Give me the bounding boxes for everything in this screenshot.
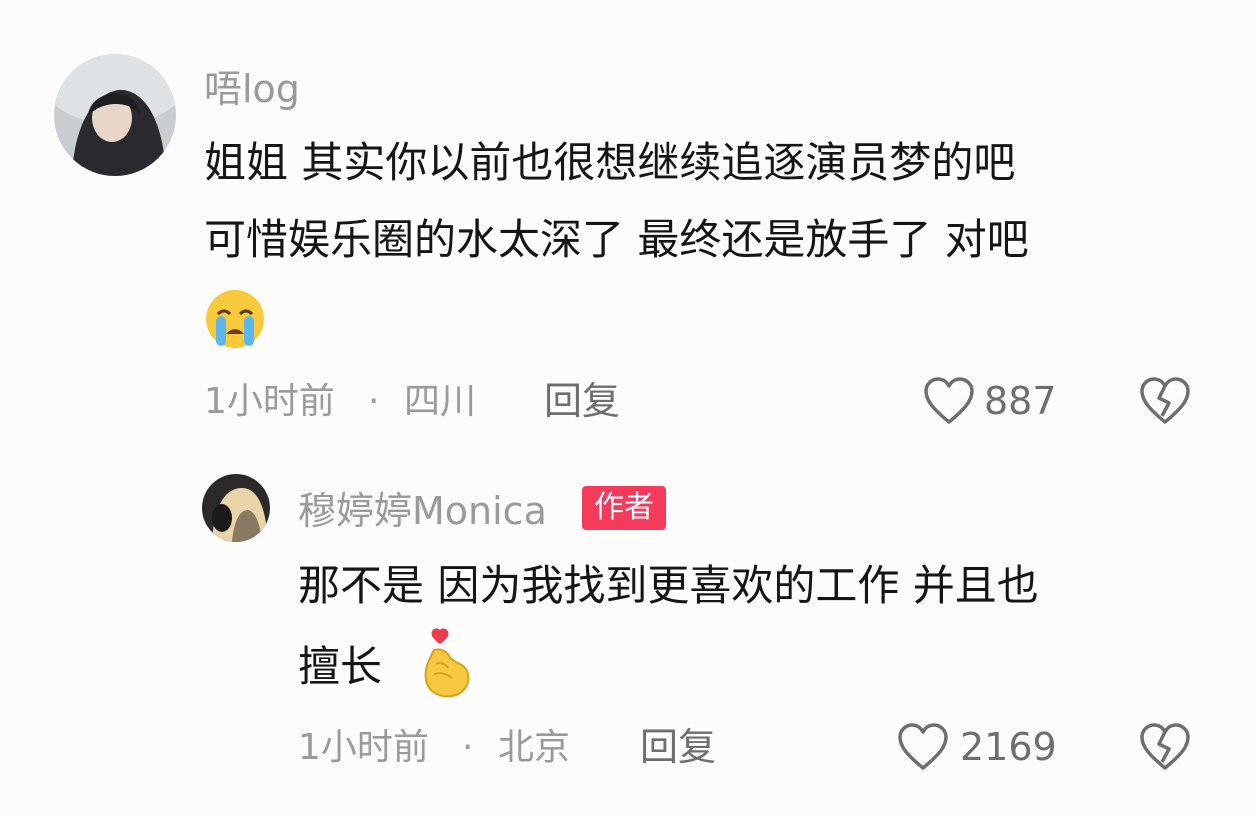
avatar[interactable] <box>54 54 176 176</box>
comment-text-line: 那不是 因为我找到更喜欢的工作 并且也 <box>298 561 1039 610</box>
comment-time: 1小时前 <box>298 727 429 768</box>
avatar[interactable] <box>202 474 270 542</box>
comment-username[interactable]: 穆婷婷Monica <box>298 492 547 530</box>
comment-text-line: 可惜娱乐圈的水太深了 最终还是放手了 对吧 <box>204 215 1029 264</box>
heart-icon[interactable] <box>896 722 950 772</box>
comment-time: 1小时前 <box>204 381 335 422</box>
reply-button[interactable]: 回复 <box>544 382 620 420</box>
author-badge: 作者 <box>582 486 666 530</box>
meta-separator: · <box>462 727 474 768</box>
dislike-icon[interactable] <box>1138 376 1192 426</box>
reply-button[interactable]: 回复 <box>640 728 716 766</box>
comment-location: 四川 <box>404 381 477 422</box>
comment-text-line: 姐姐 其实你以前也很想继续追逐演员梦的吧 <box>204 138 1016 187</box>
like-count: 2169 <box>960 725 1057 769</box>
finger-heart-emoji <box>416 628 472 700</box>
like-count: 887 <box>984 379 1057 423</box>
comment-location: 北京 <box>498 727 571 768</box>
crying-face-emoji <box>204 288 266 350</box>
dislike-icon[interactable] <box>1138 722 1192 772</box>
comment-text-line: 擅长 <box>298 642 383 691</box>
meta-separator: · <box>368 381 380 422</box>
heart-icon[interactable] <box>922 376 976 426</box>
comment-username[interactable]: 唔log <box>204 70 300 108</box>
